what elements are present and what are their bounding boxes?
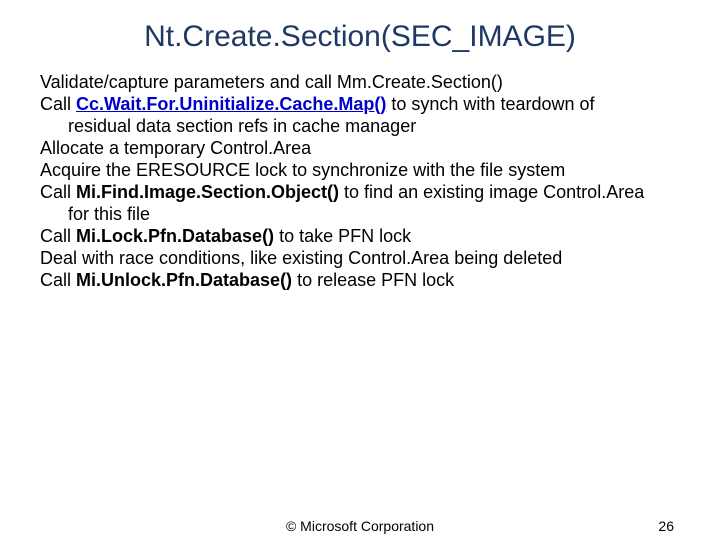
line-8-suffix: to take PFN lock (274, 226, 411, 246)
line-6-suffix: to find an existing image Control.Area (339, 182, 644, 202)
copyright: © Microsoft Corporation (0, 518, 720, 534)
line-8: Call Mi.Lock.Pfn.Database() to take PFN … (40, 226, 690, 248)
line-3: residual data section refs in cache mana… (40, 116, 690, 138)
line-2: Call Cc.Wait.For.Uninitialize.Cache.Map(… (40, 94, 690, 116)
line-2-suffix: to synch with teardown of (386, 94, 594, 114)
line-4: Allocate a temporary Control.Area (40, 138, 690, 160)
slide-title: Nt.Create.Section(SEC_IMAGE) (0, 0, 720, 72)
line-9: Deal with race conditions, like existing… (40, 248, 690, 270)
line-2-prefix: Call (40, 94, 76, 114)
line-6: Call Mi.Find.Image.Section.Object() to f… (40, 182, 690, 204)
line-1: Validate/capture parameters and call Mm.… (40, 72, 690, 94)
line-7: for this file (40, 204, 690, 226)
bold-milockpfndatabase: Mi.Lock.Pfn.Database() (76, 226, 274, 246)
bold-mifindimagesectionobject: Mi.Find.Image.Section.Object() (76, 182, 339, 202)
line-8-prefix: Call (40, 226, 76, 246)
link-ccwaitforuninitializecachemap[interactable]: Cc.Wait.For.Uninitialize.Cache.Map() (76, 94, 386, 114)
slide: Nt.Create.Section(SEC_IMAGE) Validate/ca… (0, 0, 720, 540)
line-5: Acquire the ERESOURCE lock to synchroniz… (40, 160, 690, 182)
line-6-prefix: Call (40, 182, 76, 202)
page-number: 26 (658, 518, 674, 534)
bold-miunlockpfndatabase: Mi.Unlock.Pfn.Database() (76, 270, 292, 290)
slide-body: Validate/capture parameters and call Mm.… (0, 72, 720, 292)
line-10-suffix: to release PFN lock (292, 270, 454, 290)
line-10-prefix: Call (40, 270, 76, 290)
line-10: Call Mi.Unlock.Pfn.Database() to release… (40, 270, 690, 292)
